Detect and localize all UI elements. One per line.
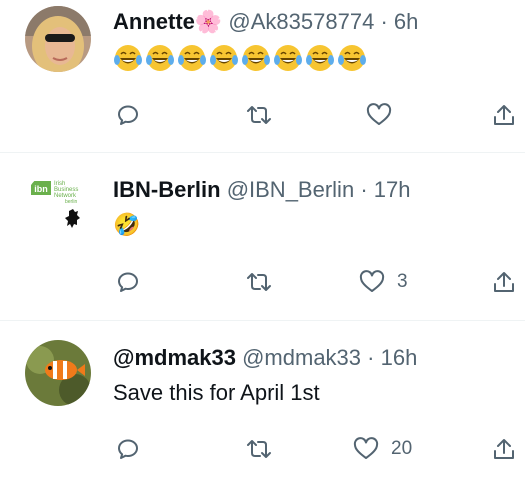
tweet-annette[interactable]: Annette🌸 @Ak83578774 · 6h	[0, 0, 525, 152]
tweet-header: Annette🌸 @Ak83578774 · 6h	[113, 9, 418, 35]
separator-dot: ·	[367, 345, 375, 370]
like-count: 20	[391, 438, 413, 459]
avatar[interactable]	[25, 340, 91, 406]
handle[interactable]: @mdmak33	[242, 345, 361, 370]
tweet-ibn-berlin[interactable]: ibn Irish Business Network berlin IBN-Be…	[0, 153, 525, 319]
tweet-header: @mdmak33 @mdmak33 · 16h	[113, 345, 417, 371]
share-icon	[494, 272, 514, 292]
like-button[interactable]: 3	[359, 270, 408, 294]
like-button[interactable]: 20	[353, 437, 412, 461]
flower-emoji: 🌸	[194, 9, 223, 34]
laughing-crying-emoji	[114, 45, 142, 72]
like-count: 3	[397, 271, 408, 292]
reply-icon	[118, 105, 138, 125]
tweet-text	[113, 43, 369, 73]
heart-icon	[366, 103, 392, 125]
separator-dot: ·	[360, 177, 368, 202]
timestamp[interactable]: 17h	[374, 177, 411, 202]
laughing-crying-emoji	[146, 45, 174, 72]
display-name[interactable]: @mdmak33	[113, 345, 236, 370]
like-button[interactable]	[366, 103, 392, 127]
retweet-icon	[247, 106, 271, 124]
handle[interactable]: @Ak83578774	[228, 9, 374, 34]
timestamp[interactable]: 16h	[381, 345, 418, 370]
reply-button[interactable]	[116, 270, 140, 294]
timestamp[interactable]: 6h	[394, 9, 418, 34]
retweet-button[interactable]	[246, 270, 272, 294]
svg-text:berlin: berlin	[65, 199, 77, 205]
share-button[interactable]	[493, 103, 515, 127]
reply-icon	[118, 272, 138, 292]
tweet-mdmak33[interactable]: @mdmak33 @mdmak33 · 16h Save this for Ap…	[0, 321, 525, 480]
retweet-icon	[247, 440, 271, 458]
heart-icon	[353, 437, 379, 459]
share-icon	[494, 105, 514, 125]
laughing-crying-emoji	[274, 45, 302, 72]
laughing-crying-emoji	[306, 45, 334, 72]
retweet-button[interactable]	[246, 103, 272, 127]
reply-icon	[118, 439, 138, 459]
share-icon	[494, 439, 514, 459]
retweet-button[interactable]	[246, 437, 272, 461]
share-button[interactable]	[493, 437, 515, 461]
laughing-crying-emoji	[338, 45, 366, 72]
handle[interactable]: @IBN_Berlin	[227, 177, 355, 202]
avatar[interactable]	[25, 6, 91, 72]
retweet-icon	[247, 273, 271, 291]
separator-dot: ·	[380, 9, 388, 34]
heart-icon	[359, 270, 385, 292]
laughing-crying-emoji	[242, 45, 270, 72]
laughing-crying-emoji	[210, 45, 238, 72]
tweet-text: 🤣	[113, 212, 141, 237]
display-name[interactable]: Annette	[113, 9, 195, 34]
share-button[interactable]	[493, 270, 515, 294]
ibn-badge: ibn	[34, 184, 48, 194]
tweet-text: Save this for April 1st	[113, 380, 320, 405]
tweet-header: IBN-Berlin @IBN_Berlin · 17h	[113, 177, 410, 203]
avatar[interactable]: ibn Irish Business Network berlin	[25, 171, 91, 237]
laughing-crying-emoji	[178, 45, 206, 72]
reply-button[interactable]	[116, 103, 140, 127]
display-name[interactable]: IBN-Berlin	[113, 177, 221, 202]
reply-button[interactable]	[116, 437, 140, 461]
